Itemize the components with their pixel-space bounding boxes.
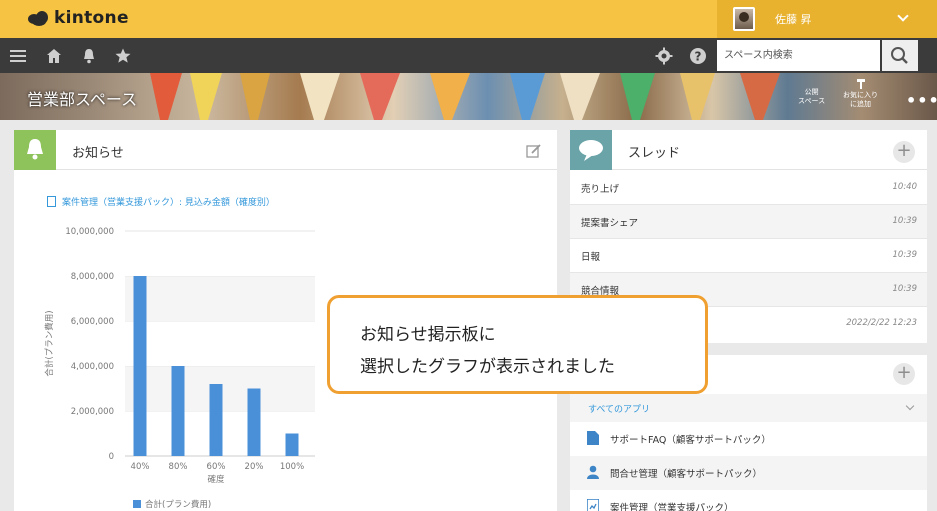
home-icon[interactable]: [45, 47, 63, 65]
search-button[interactable]: [882, 40, 918, 71]
gear-icon[interactable]: [655, 47, 673, 65]
help-icon[interactable]: ?: [689, 47, 707, 65]
plot-band: [125, 321, 315, 366]
space-cover-image: [0, 73, 937, 120]
legend-swatch: [133, 500, 141, 508]
chart-document-icon: [47, 196, 56, 207]
add-thread-button[interactable]: +: [893, 141, 915, 163]
user-name: 佐藤 昇: [775, 13, 812, 26]
notice-panel-header: お知らせ: [14, 130, 557, 170]
y-tick-label: 8,000,000: [71, 272, 114, 282]
y-tick-label: 4,000,000: [71, 362, 114, 372]
bar: [171, 366, 185, 456]
thread-time: 10:39: [892, 284, 918, 294]
apps-filter-label: すべてのアプリ: [588, 405, 651, 415]
thread-item[interactable]: 日報 10:39: [570, 239, 927, 273]
kintone-logo-icon: [28, 10, 50, 26]
app-name: 問合せ管理（顧客サポートパック）: [610, 469, 763, 480]
pin-icon: [856, 79, 865, 89]
edit-icon[interactable]: [526, 143, 542, 159]
apps-filter-dropdown[interactable]: すべてのアプリ: [570, 394, 927, 422]
document-icon: [587, 431, 599, 445]
chevron-down-icon: [897, 10, 909, 22]
space-title: 営業部スペース: [27, 90, 138, 109]
legend-label: 合計(プラン費用): [145, 499, 211, 510]
more-options-icon[interactable]: •••: [906, 91, 937, 110]
bar: [133, 276, 147, 456]
thread-title: スレッド: [628, 146, 681, 161]
notice-title: お知らせ: [72, 146, 124, 161]
speech-bubble-icon: [579, 140, 603, 161]
colored-pencils-image: [150, 73, 780, 120]
bar: [285, 433, 299, 456]
bar-chart: 0 2,000,000 4,000,000 6,000,000 8,000,000 10,…: [44, 227, 315, 510]
app-name: サポートFAQ（顧客サポートパック）: [610, 435, 771, 446]
thread-panel-icon-box: [570, 130, 612, 170]
x-tick-label: 100%: [280, 462, 304, 472]
person-icon: [587, 465, 599, 479]
callout-line-1: お知らせ掲示板に: [360, 325, 496, 345]
svg-text:?: ?: [695, 50, 702, 64]
y-tick-label: 0: [109, 452, 114, 462]
add-app-button[interactable]: +: [893, 363, 915, 385]
thread-name: 提案書シェア: [581, 218, 639, 229]
y-axis-label: 合計(プラン費用): [44, 310, 55, 376]
bar: [209, 384, 223, 456]
public-space-label[interactable]: 公開 スペース: [798, 88, 825, 106]
app-name: 案件管理（営業支援パック）: [610, 503, 734, 511]
notice-panel-icon-box: [14, 130, 56, 170]
chart-document-icon: [587, 499, 599, 511]
x-tick-label: 20%: [245, 462, 264, 472]
thread-name: 売り上げ: [581, 184, 620, 195]
thread-panel-header: スレッド +: [570, 130, 927, 170]
x-axis-label: 確度: [207, 474, 225, 485]
y-tick-label: 6,000,000: [71, 317, 114, 327]
bell-icon[interactable]: [80, 47, 98, 65]
chart-title-link[interactable]: 案件管理（営業支援パック）: 見込み金額（確度別）: [62, 195, 275, 208]
y-tick-label: 10,000,000: [65, 227, 114, 237]
chevron-down-icon: [905, 401, 915, 411]
app-item[interactable]: 案件管理（営業支援パック）: [570, 490, 927, 511]
plot-band: [125, 276, 315, 321]
bar: [247, 388, 261, 456]
menu-icon[interactable]: [9, 47, 27, 65]
top-bar: kintone 佐藤 昇: [0, 0, 937, 38]
star-icon[interactable]: [114, 47, 132, 65]
callout-line-2: 選択したグラフが表示されました: [360, 357, 615, 377]
x-tick-label: 80%: [169, 462, 188, 472]
user-menu[interactable]: 佐藤 昇: [717, 0, 937, 38]
app-item[interactable]: サポートFAQ（顧客サポートパック）: [570, 422, 927, 456]
thread-time: 10:39: [892, 250, 918, 260]
kintone-logo[interactable]: kintone: [28, 8, 129, 28]
thread-time: 2022/2/22 12:23: [846, 318, 917, 328]
x-tick-label: 60%: [207, 462, 226, 472]
callout-box: お知らせ掲示板に 選択したグラフが表示されました: [327, 295, 708, 394]
space-search-input[interactable]: スペース内検索: [717, 40, 880, 71]
x-tick-label: 40%: [131, 462, 150, 472]
thread-item[interactable]: 提案書シェア 10:39: [570, 205, 927, 239]
avatar: [733, 7, 755, 31]
thread-time: 10:39: [892, 216, 918, 226]
add-to-favorites-button[interactable]: お気に入り に追加: [843, 78, 878, 109]
bell-icon: [27, 139, 43, 160]
search-icon: [891, 47, 908, 64]
app-name: kintone: [54, 8, 129, 28]
thread-item[interactable]: 売り上げ 10:40: [570, 171, 927, 205]
thread-name: 日報: [581, 252, 601, 263]
thread-time: 10:40: [892, 182, 918, 192]
plot-band: [125, 231, 315, 276]
y-tick-label: 2,000,000: [71, 407, 114, 417]
app-item[interactable]: 問合せ管理（顧客サポートパック）: [570, 456, 927, 490]
